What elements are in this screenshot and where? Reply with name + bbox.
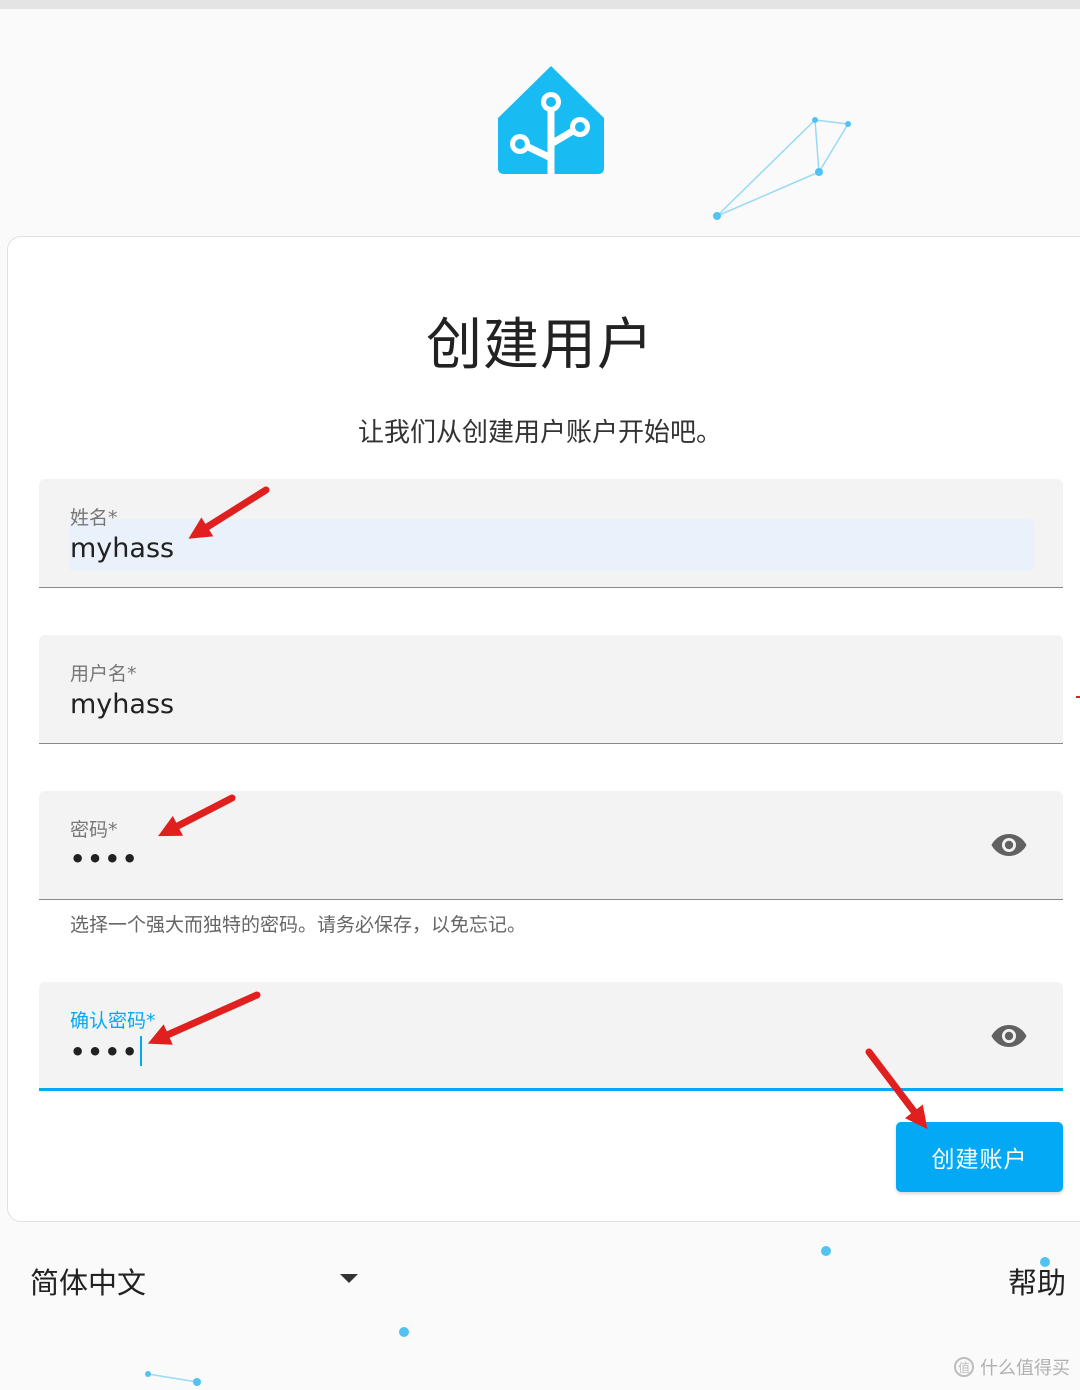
password-helper-text: 选择一个强大而独特的密码。请务必保存，以免忘记。	[70, 914, 527, 936]
confirm-password-value-wrap[interactable]: ••••	[70, 1036, 143, 1066]
language-value: 简体中文	[30, 1266, 147, 1300]
name-label: 姓名*	[70, 507, 118, 529]
page-subtitle: 让我们从创建用户账户开始吧。	[357, 418, 722, 448]
eye-icon[interactable]	[991, 1024, 1027, 1048]
create-account-button[interactable]: 创建账户	[896, 1122, 1063, 1192]
username-label: 用户名*	[70, 663, 137, 685]
username-field[interactable]: 用户名* myhass	[39, 635, 1063, 744]
app-logo	[498, 66, 604, 176]
watermark: 值 什么值得买	[954, 1354, 1070, 1380]
page-title: 创建用户	[426, 313, 654, 378]
language-select[interactable]: 简体中文	[30, 1258, 370, 1302]
confirm-password-field[interactable]: 确认密码* ••••	[39, 982, 1063, 1091]
password-label: 密码*	[70, 819, 118, 841]
caret-down-icon	[340, 1274, 358, 1283]
top-strip	[0, 0, 1080, 9]
autofill-highlight	[69, 519, 1034, 571]
confirm-password-value: ••••	[70, 1038, 140, 1066]
password-field[interactable]: 密码* ••••	[39, 791, 1063, 900]
eye-icon[interactable]	[991, 833, 1027, 857]
username-value[interactable]: myhass	[70, 689, 174, 720]
help-link[interactable]: 帮助	[1008, 1260, 1066, 1302]
confirm-password-label: 确认密码*	[70, 1010, 156, 1032]
watermark-icon: 值	[954, 1357, 974, 1377]
watermark-text: 什么值得买	[980, 1358, 1070, 1379]
password-value[interactable]: ••••	[70, 845, 139, 873]
name-value[interactable]: myhass	[70, 533, 174, 564]
name-field[interactable]: 姓名* myhass	[39, 479, 1063, 588]
text-caret	[140, 1036, 143, 1066]
